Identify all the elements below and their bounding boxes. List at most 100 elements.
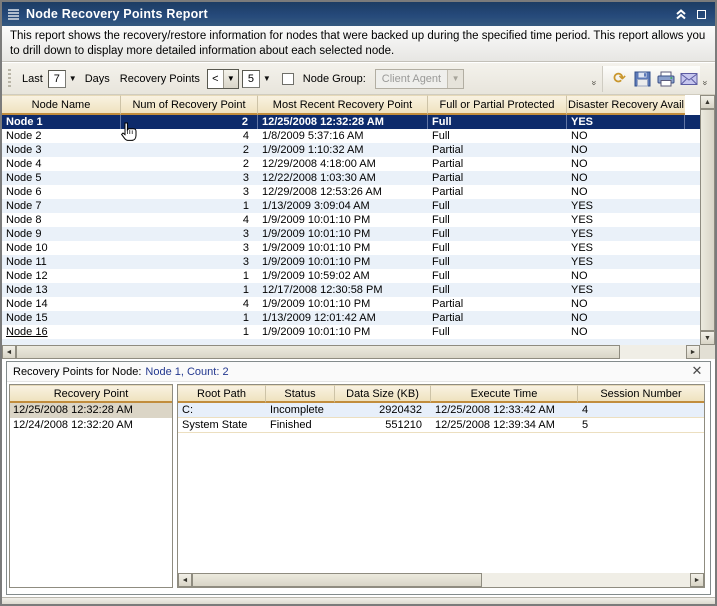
collapse-button[interactable] <box>673 7 689 21</box>
node-group-checkbox[interactable] <box>282 73 294 85</box>
col-node-name[interactable]: Node Name <box>2 95 121 115</box>
cell-node-name: Node 10 <box>2 241 121 255</box>
table-row[interactable]: Node 1211/9/2009 10:59:02 AMFullNO <box>2 269 715 283</box>
last-days-dropdown[interactable]: 7 <box>48 70 66 88</box>
node-group-label: Node Group: <box>303 73 366 85</box>
cell-num-recovery-points: 4 <box>121 129 258 143</box>
double-chevron-up-icon <box>675 9 687 20</box>
cell-most-recent: 1/13/2009 12:01:42 AM <box>258 311 428 325</box>
refresh-button[interactable]: ⟳ <box>608 68 631 90</box>
cell-status: Incomplete <box>266 403 335 417</box>
table-row[interactable]: Node 6312/29/2008 12:53:26 AMPartialNO <box>2 185 715 199</box>
table-row[interactable]: Node 1611/9/2009 10:01:10 PMFullNO <box>2 325 715 339</box>
cell-node-name: Node 12 <box>2 269 121 283</box>
col-session-number[interactable]: Session Number <box>578 385 704 403</box>
cell-execute-time: 12/25/2008 12:39:34 AM <box>431 418 578 432</box>
close-panel-button[interactable]: ✕ <box>690 364 704 378</box>
cell-execute-time: 12/25/2008 12:33:42 AM <box>431 403 578 417</box>
scroll-left-icon[interactable]: ◄ <box>178 573 192 587</box>
col-full-partial[interactable]: Full or Partial Protected <box>428 95 567 115</box>
panel-title-value: Node 1, Count: 2 <box>145 366 228 378</box>
cell-disaster-recovery: YES <box>567 255 685 269</box>
save-button[interactable] <box>631 68 654 90</box>
recovery-point-list: Recovery Point 12/25/2008 12:32:28 AM12/… <box>9 384 173 588</box>
print-button[interactable] <box>654 68 677 90</box>
cell-num-recovery-points: 3 <box>121 185 258 199</box>
cell-node-name: Node 2 <box>2 129 121 143</box>
scrollbar-thumb[interactable] <box>700 109 715 331</box>
scroll-down-icon[interactable]: ▼ <box>700 331 715 345</box>
table-row[interactable]: Node 13112/17/2008 12:30:58 PMFullYES <box>2 283 715 297</box>
days-label: Days <box>85 73 110 85</box>
cell-num-recovery-points: 1 <box>121 269 258 283</box>
table-row[interactable]: Node 241/8/2009 5:37:16 AMFullNO <box>2 129 715 143</box>
table-row[interactable]: Node 1131/9/2009 10:01:10 PMFullYES <box>2 255 715 269</box>
cell-session-number: 4 <box>578 403 704 417</box>
table-row[interactable]: Node 1441/9/2009 10:01:10 PMPartialNO <box>2 297 715 311</box>
table-row[interactable]: Node 4212/29/2008 4:18:00 AMPartialNO <box>2 157 715 171</box>
toolbar-overflow-button[interactable]: » <box>589 68 600 90</box>
detail-horizontal-scrollbar[interactable]: ◄ ► <box>178 573 704 587</box>
table-row[interactable]: Node 1031/9/2009 10:01:10 PMFullYES <box>2 241 715 255</box>
table-row[interactable]: Node 1212/25/2008 12:32:28 AMFullYES <box>2 115 715 129</box>
chevron-down-icon[interactable]: ▼ <box>223 70 238 88</box>
email-icon <box>680 72 698 86</box>
scrollbar-thumb[interactable] <box>192 573 482 587</box>
table-row[interactable]: System StateFinished55121012/25/2008 12:… <box>178 418 704 433</box>
table-row[interactable]: Node 931/9/2009 10:01:10 PMFullYES <box>2 227 715 241</box>
chevron-down-icon[interactable]: ▼ <box>69 74 77 83</box>
col-disaster-recovery[interactable]: Disaster Recovery Avail <box>567 95 685 115</box>
col-execute-time[interactable]: Execute Time <box>431 385 578 403</box>
cell-disaster-recovery: YES <box>567 283 685 297</box>
horizontal-scrollbar[interactable]: ◄ ► <box>2 345 700 359</box>
cell-disaster-recovery: NO <box>567 311 685 325</box>
cell-num-recovery-points: 4 <box>121 297 258 311</box>
cell-most-recent: 1/9/2009 10:59:02 AM <box>258 269 428 283</box>
col-root-path[interactable]: Root Path <box>178 385 266 403</box>
node-table-body: Node 1212/25/2008 12:32:28 AMFullYESNode… <box>2 115 715 345</box>
col-recovery-point[interactable]: Recovery Point <box>10 385 172 403</box>
table-row[interactable]: Node 5312/22/2008 1:03:30 AMPartialNO <box>2 171 715 185</box>
count-dropdown[interactable]: 5 <box>242 70 260 88</box>
table-row[interactable]: Node 841/9/2009 10:01:10 PMFullYES <box>2 213 715 227</box>
cell-disaster-recovery: NO <box>567 269 685 283</box>
toolbar-grip[interactable] <box>8 69 11 89</box>
col-most-recent[interactable]: Most Recent Recovery Point <box>258 95 428 115</box>
node-group-value: Client Agent <box>376 70 447 88</box>
email-button[interactable] <box>677 68 700 90</box>
col-num-recovery-points[interactable]: Num of Recovery Point <box>121 95 258 115</box>
window-menu-icon <box>8 9 19 20</box>
chevron-down-icon[interactable]: ▼ <box>263 74 271 83</box>
col-status[interactable]: Status <box>266 385 335 403</box>
table-row[interactable]: C:Incomplete292043212/25/2008 12:33:42 A… <box>178 403 704 418</box>
maximize-button[interactable] <box>693 7 709 21</box>
toolbar-icon-group: ⟳ <box>602 66 700 92</box>
scrollbar-thumb[interactable] <box>16 345 620 359</box>
table-row[interactable]: Node 711/13/2009 3:09:04 AMFullYES <box>2 199 715 213</box>
cell-status: Finished <box>266 418 335 432</box>
table-row[interactable]: Node 321/9/2009 1:10:32 AMPartialNO <box>2 143 715 157</box>
toolbar-overflow-button[interactable]: » <box>700 68 711 90</box>
recovery-points-panel: Recovery Points for Node: Node 1, Count:… <box>6 361 711 595</box>
cell-num-recovery-points: 1 <box>121 283 258 297</box>
vertical-scrollbar[interactable]: ▲ ▼ <box>700 95 715 345</box>
cell-num-recovery-points: 2 <box>121 115 258 129</box>
chevron-down-icon: ▼ <box>447 70 463 88</box>
table-row[interactable]: Node 1511/13/2009 12:01:42 AMPartialNO <box>2 311 715 325</box>
cell-most-recent: 12/25/2008 12:32:28 AM <box>258 115 428 129</box>
list-item[interactable]: 12/25/2008 12:32:28 AM <box>10 403 172 418</box>
cell-disaster-recovery: NO <box>567 171 685 185</box>
cell-full-partial: Partial <box>428 311 567 325</box>
cell-disaster-recovery: NO <box>567 129 685 143</box>
node-group-dropdown[interactable]: Client Agent ▼ <box>375 69 464 89</box>
scroll-right-icon[interactable]: ► <box>690 573 704 587</box>
scroll-left-icon[interactable]: ◄ <box>2 345 16 359</box>
scroll-up-icon[interactable]: ▲ <box>700 95 715 109</box>
cell-node-name: Node 4 <box>2 157 121 171</box>
cell-most-recent: 1/8/2009 5:37:16 AM <box>258 129 428 143</box>
cell-full-partial: Partial <box>428 157 567 171</box>
list-item[interactable]: 12/24/2008 12:32:20 AM <box>10 418 172 433</box>
col-data-size[interactable]: Data Size (KB) <box>335 385 431 403</box>
scroll-right-icon[interactable]: ► <box>686 345 700 359</box>
operator-dropdown[interactable]: < ▼ <box>207 69 239 89</box>
